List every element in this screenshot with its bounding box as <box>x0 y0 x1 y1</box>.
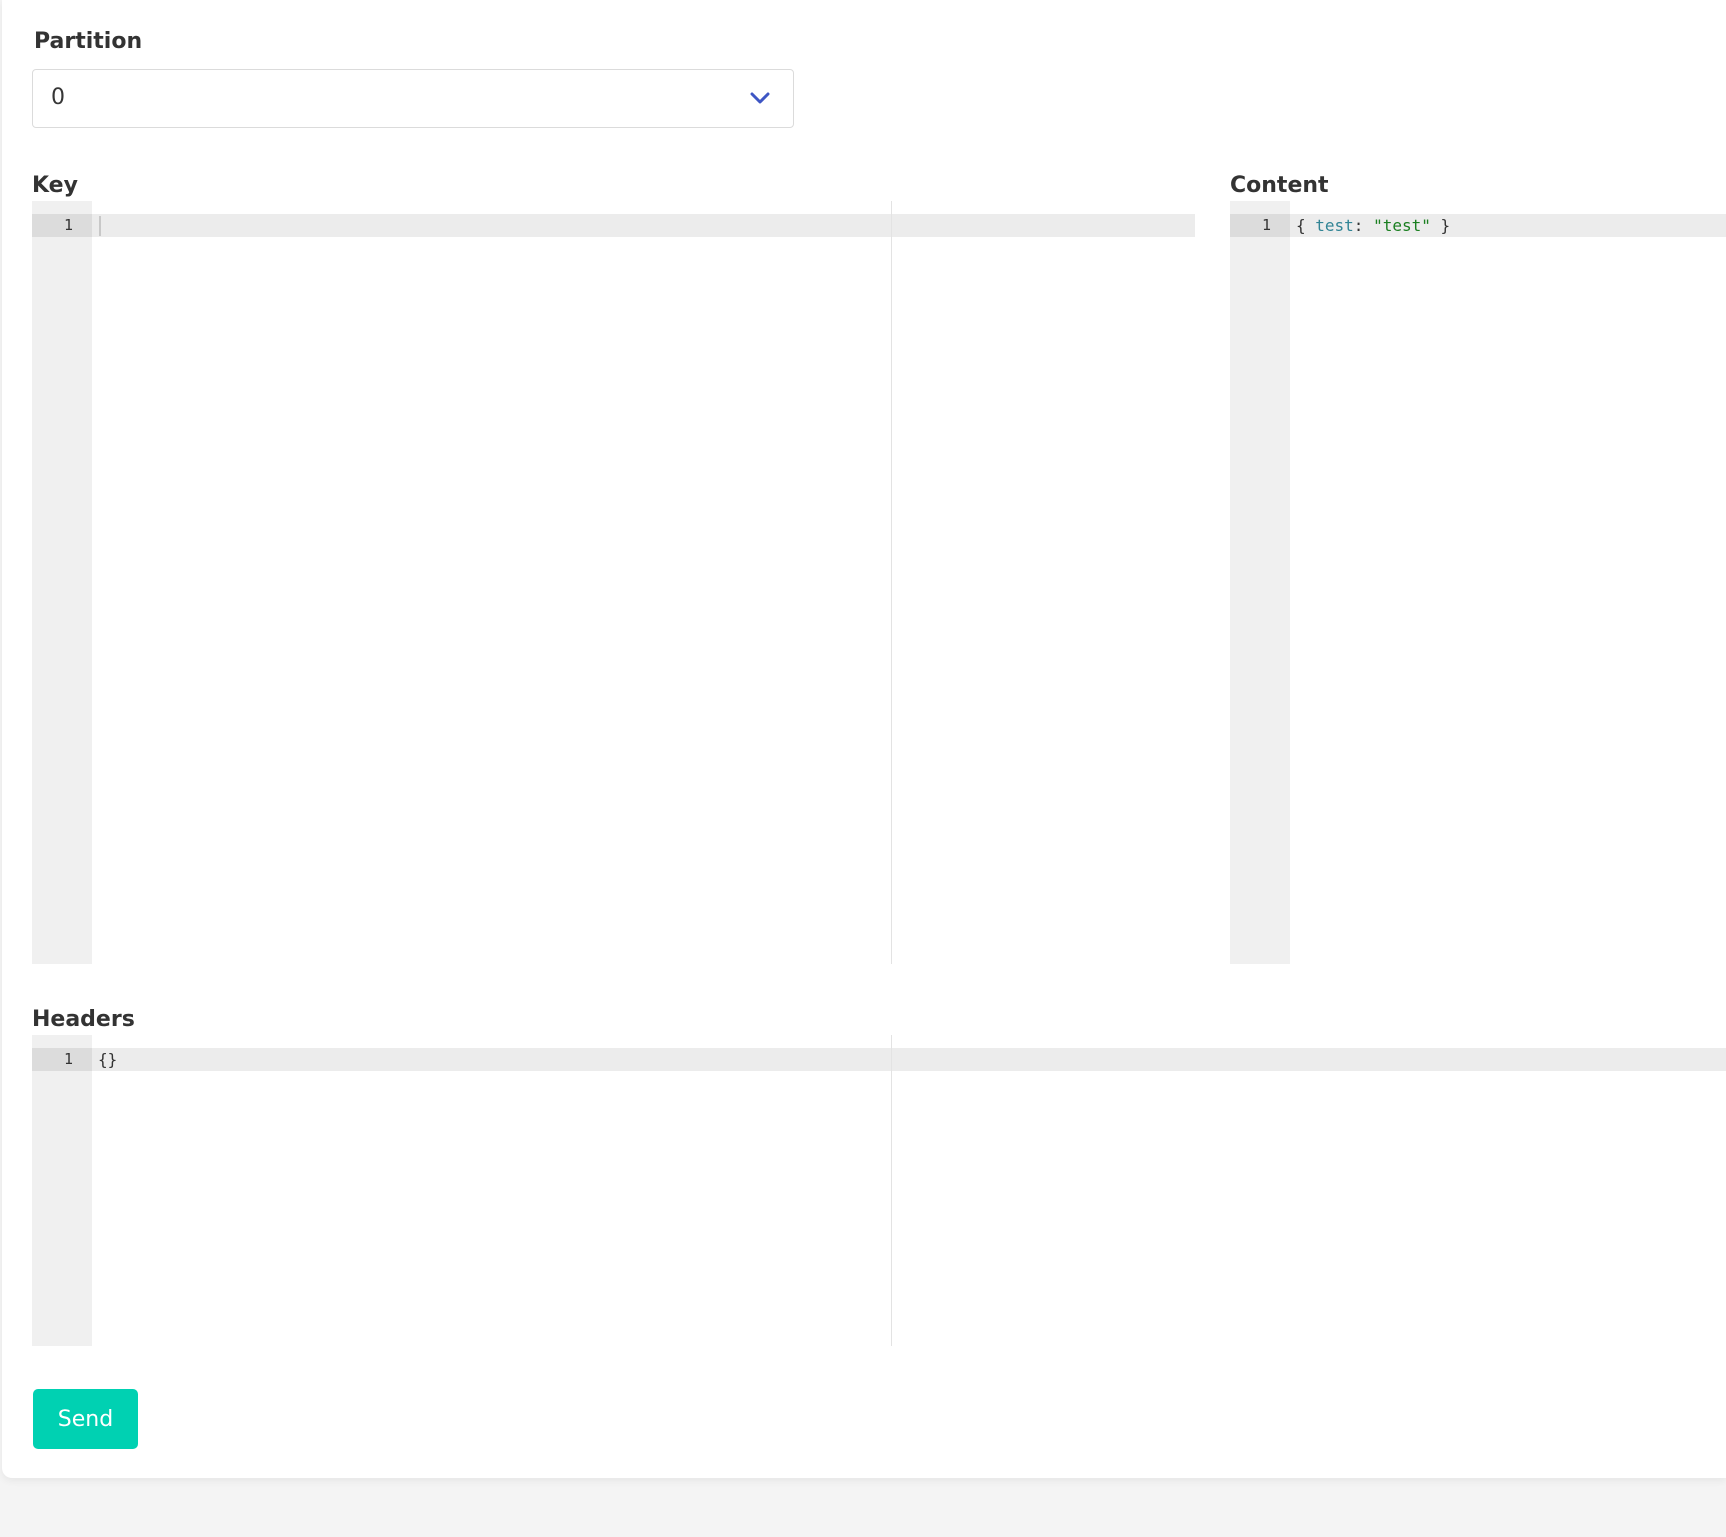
content-editor-code[interactable]: { test: "test" } <box>1296 214 1450 237</box>
key-label: Key <box>32 173 78 198</box>
headers-editor-print-margin <box>891 1035 892 1346</box>
produce-message-card: Partition 0 Key 1 Content 1 { test: "tes… <box>2 0 1726 1478</box>
code-string-token: "test" <box>1373 216 1431 235</box>
code-brace-close: } <box>1430 216 1451 235</box>
key-editor-gutter <box>32 201 92 964</box>
send-button[interactable]: Send <box>33 1389 138 1449</box>
headers-label: Headers <box>32 1007 135 1032</box>
headers-editor-gutter <box>32 1035 92 1346</box>
code-brace-open: { <box>1296 216 1316 235</box>
content-label: Content <box>1230 173 1329 198</box>
key-editor-print-margin <box>891 201 892 964</box>
key-editor[interactable]: 1 <box>32 201 1195 964</box>
code-colon: : <box>1353 216 1374 235</box>
code-key-token: test <box>1315 216 1354 235</box>
chevron-down-icon <box>750 92 770 104</box>
headers-editor-active-line <box>32 1048 1726 1071</box>
key-editor-cursor <box>99 216 101 236</box>
headers-editor-line-number: 1 <box>63 1050 73 1068</box>
headers-editor[interactable]: 1 {} <box>32 1035 1726 1346</box>
partition-select[interactable]: 0 <box>32 69 794 128</box>
content-editor-gutter <box>1230 201 1290 964</box>
key-editor-line-number: 1 <box>63 216 73 234</box>
content-editor-line-number: 1 <box>1261 216 1271 234</box>
headers-editor-code[interactable]: {} <box>98 1048 117 1071</box>
key-editor-active-line <box>32 214 1195 237</box>
content-editor[interactable]: 1 { test: "test" } <box>1230 201 1726 964</box>
partition-label: Partition <box>34 29 143 54</box>
partition-select-value: 0 <box>51 85 65 110</box>
